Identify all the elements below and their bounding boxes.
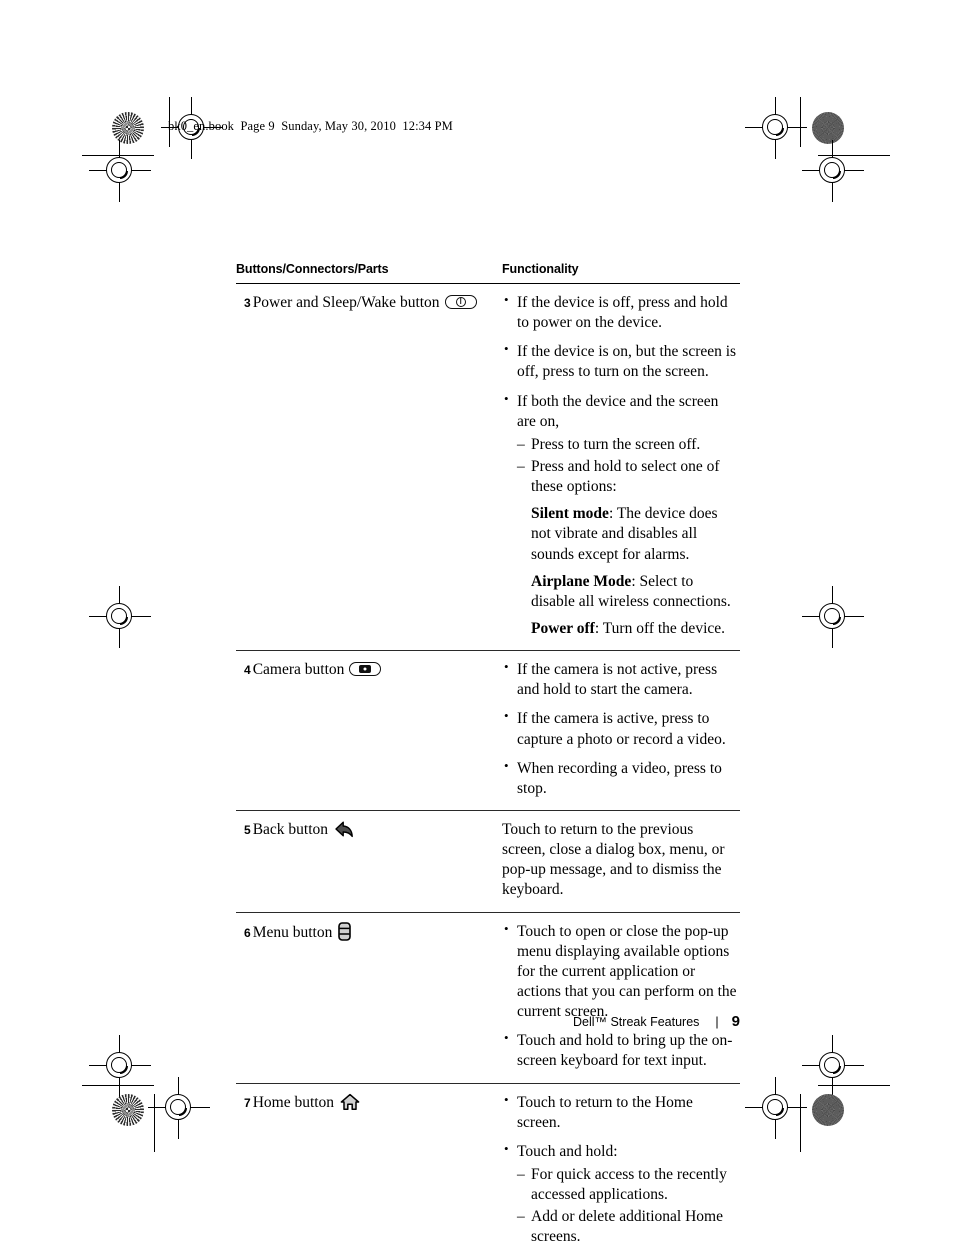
page-number: 9 bbox=[731, 1013, 740, 1030]
list-item: If the device is off, press and hold to … bbox=[502, 292, 738, 333]
functionality-cell-home-button: Touch to return to the Home screen. Touc… bbox=[488, 1083, 740, 1260]
halftone-target-top-right bbox=[812, 112, 844, 144]
bullet-list: Touch to return to the Home screen. Touc… bbox=[502, 1091, 738, 1248]
part-cell-menu-button: 6 Menu button bbox=[236, 912, 488, 1084]
part-label: Menu button bbox=[252, 923, 333, 941]
list-item-text: If both the device and the screen are on… bbox=[517, 392, 719, 430]
registration-mark-upper-right bbox=[802, 140, 864, 202]
registration-mark-lower-left bbox=[89, 1035, 151, 1097]
option-term: Airplane Mode bbox=[531, 572, 632, 590]
registration-mark-upper-left bbox=[89, 140, 151, 202]
list-item: If the camera is not active, press and h… bbox=[502, 659, 738, 700]
part-label: Power and Sleep/Wake button bbox=[252, 294, 440, 311]
option-power-off: Power off: Turn off the device. bbox=[531, 619, 738, 639]
halftone-target-bottom-right bbox=[812, 1094, 844, 1126]
sub-list-item: Add or delete additional Home screens. bbox=[517, 1207, 738, 1247]
option-silent-mode: Silent mode: The device does not vibrate… bbox=[531, 504, 738, 564]
functionality-cell-power-button: If the device is off, press and hold to … bbox=[488, 283, 740, 652]
footer-title: Dell™ Streak Features bbox=[572, 1015, 700, 1029]
registration-mark-bottom-right bbox=[745, 1077, 807, 1139]
trim-line-lower-left-horizontal bbox=[82, 1085, 154, 1086]
option-airplane-mode: Airplane Mode: Select to disable all wir… bbox=[531, 572, 738, 612]
table-row: 7Home button Touch to return to the Home… bbox=[236, 1083, 740, 1260]
home-icon bbox=[340, 1093, 360, 1117]
column-header-parts: Buttons/Connectors/Parts bbox=[236, 262, 488, 284]
sub-list-item: Press to turn the screen off. bbox=[517, 435, 738, 455]
part-label: Home button bbox=[252, 1093, 335, 1111]
part-cell-home-button: 7 Home button bbox=[236, 1083, 488, 1260]
item-number: 3 bbox=[244, 296, 251, 310]
list-item: If the device is on, but the screen is o… bbox=[502, 341, 738, 382]
list-item: If the camera is active, press to captur… bbox=[502, 708, 738, 749]
list-item: Touch and hold: For quick access to the … bbox=[502, 1141, 738, 1248]
item-number: 7 bbox=[244, 1095, 251, 1110]
table-row: 3Power and Sleep/Wake button If the devi… bbox=[236, 283, 740, 652]
item-number: 4 bbox=[244, 663, 251, 678]
power-button-icon bbox=[444, 295, 477, 309]
trim-line-bottom-left-vertical bbox=[154, 1094, 155, 1152]
registration-mark-lower-right bbox=[802, 1035, 864, 1097]
halftone-target-top-left bbox=[112, 112, 144, 144]
table-row: 4Camera button If the camera is not acti… bbox=[236, 650, 740, 811]
option-description: : Turn off the device. bbox=[594, 619, 726, 637]
registration-mark-middle-left bbox=[89, 586, 151, 648]
bullet-list: Touch to open or close the pop-up menu d… bbox=[502, 921, 738, 1072]
functionality-cell-camera-button: If the camera is not active, press and h… bbox=[488, 650, 740, 811]
footer-separator: | bbox=[715, 1015, 719, 1029]
menu-icon bbox=[338, 921, 352, 947]
column-header-functionality: Functionality bbox=[488, 262, 740, 284]
registration-mark-middle-right bbox=[802, 586, 864, 648]
part-cell-camera-button: 4 Camera button bbox=[236, 650, 488, 811]
part-label: Back button bbox=[252, 820, 329, 838]
trim-line-lower-right-horizontal bbox=[818, 1085, 890, 1086]
halftone-target-bottom-left bbox=[112, 1094, 144, 1126]
options-block: Silent mode: The device does not vibrate… bbox=[531, 504, 738, 639]
part-cell-back-button: 5 Back button bbox=[236, 810, 488, 913]
option-term: Silent mode bbox=[531, 505, 609, 523]
registration-mark-top-right bbox=[745, 97, 807, 159]
option-term: Power off bbox=[531, 619, 595, 637]
book-metadata-header: bk0_en.book Page 9 Sunday, May 30, 2010 … bbox=[168, 119, 453, 133]
camera-button-icon bbox=[349, 662, 382, 677]
table-header-row: Buttons/Connectors/Parts Functionality bbox=[236, 262, 740, 284]
trim-line-top-right-vertical bbox=[800, 97, 801, 147]
back-arrow-icon bbox=[334, 821, 354, 844]
page-footer: Dell™ Streak Features | 9 bbox=[236, 1013, 740, 1030]
table-row: 6Menu button Touch to open or close the … bbox=[236, 912, 740, 1084]
list-item: Touch to open or close the pop-up menu d… bbox=[502, 921, 738, 1023]
features-table: Buttons/Connectors/Parts Functionality 3… bbox=[236, 262, 740, 1260]
list-item: Touch and hold to bring up the on-screen… bbox=[502, 1030, 738, 1071]
bullet-list: If the device is off, press and hold to … bbox=[502, 292, 738, 640]
sub-list: For quick access to the recently accesse… bbox=[517, 1165, 738, 1248]
sub-list-item: For quick access to the recently accesse… bbox=[517, 1165, 738, 1205]
table-row: 5 Back button Touch to return to the prev… bbox=[236, 810, 740, 913]
functionality-cell-back-button: Touch to return to the previous screen, … bbox=[488, 810, 740, 913]
functionality-text: Touch to return to the previous screen, … bbox=[502, 820, 725, 899]
list-item: When recording a video, press to stop. bbox=[502, 758, 738, 799]
page-content: Buttons/Connectors/Parts Functionality 3… bbox=[236, 262, 740, 1260]
paragraph-block: Touch to return to the previous screen, … bbox=[502, 820, 738, 901]
list-item: If both the device and the screen are on… bbox=[502, 391, 738, 640]
list-item-text: Touch and hold: bbox=[517, 1142, 618, 1160]
registration-mark-bottom-left bbox=[148, 1077, 210, 1139]
part-cell-power-button: 3 Power and Sleep/Wake button bbox=[236, 283, 488, 652]
item-number: 6 bbox=[244, 925, 251, 940]
sub-list-item: Press and hold to select one of these op… bbox=[517, 457, 738, 497]
part-label: Camera button bbox=[252, 661, 345, 679]
list-item: Touch to return to the Home screen. bbox=[502, 1091, 738, 1133]
bullet-list: If the camera is not active, press and h… bbox=[502, 659, 738, 799]
item-number: 5 bbox=[244, 822, 251, 837]
trim-line-bottom-right-vertical bbox=[800, 1094, 801, 1152]
sub-list: Press to turn the screen off. Press and … bbox=[517, 435, 738, 497]
functionality-cell-menu-button: Touch to open or close the pop-up menu d… bbox=[488, 912, 740, 1084]
